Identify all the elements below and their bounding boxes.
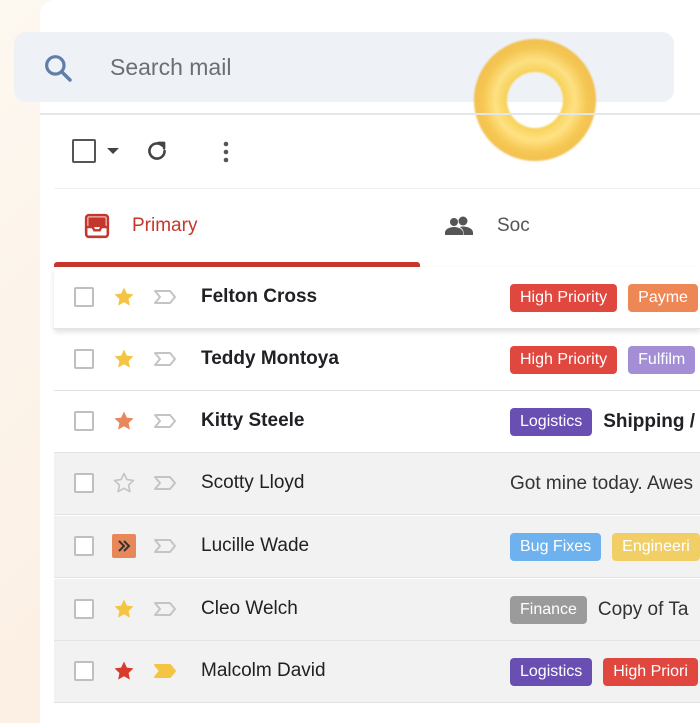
email-preview: Logistics High Priori — [510, 657, 698, 687]
label-chip[interactable]: Logistics — [510, 658, 593, 686]
email-preview: Logistics Shipping / — [510, 407, 695, 437]
star-icon[interactable] — [112, 659, 136, 683]
label-chip[interactable]: Bug Fixes — [510, 533, 602, 561]
star-icon[interactable] — [112, 409, 136, 433]
row-checkbox[interactable] — [74, 661, 94, 681]
row-checkbox[interactable] — [74, 473, 94, 493]
email-preview: High Priority Payme — [510, 283, 698, 313]
email-sender: Kitty Steele — [201, 410, 305, 431]
email-sender: Cleo Welch — [201, 598, 298, 619]
tab-social[interactable]: Soc — [497, 215, 530, 237]
star-icon[interactable] — [112, 347, 136, 371]
label-chip[interactable]: High Priority — [510, 284, 618, 312]
label-chip[interactable]: Engineeri — [612, 533, 700, 561]
refresh-icon[interactable] — [144, 138, 170, 164]
important-marker-icon[interactable] — [153, 289, 177, 305]
important-marker-icon[interactable] — [153, 475, 177, 491]
select-all-checkbox[interactable] — [72, 139, 96, 163]
tab-primary[interactable]: Primary — [132, 215, 197, 237]
star-outline-icon[interactable] — [112, 471, 136, 495]
search-input[interactable] — [110, 50, 510, 84]
email-sender: Felton Cross — [201, 286, 318, 307]
email-row[interactable]: Teddy Montoya High Priority Fulfilm — [54, 329, 700, 391]
email-sender: Teddy Montoya — [201, 348, 339, 369]
chevron-down-icon[interactable] — [107, 148, 119, 154]
row-checkbox[interactable] — [74, 536, 94, 556]
email-row[interactable]: Lucille Wade Bug Fixes Engineeri — [54, 516, 700, 578]
row-checkbox[interactable] — [74, 599, 94, 619]
email-row[interactable]: Scotty Lloyd Got mine today. Awes — [54, 453, 700, 515]
label-chip[interactable]: Logistics — [510, 408, 593, 436]
label-chip[interactable]: Fulfilm — [628, 346, 696, 374]
important-marker-icon[interactable] — [153, 538, 177, 554]
email-sender: Malcolm David — [201, 660, 326, 681]
email-snippet: Shipping / — [603, 411, 696, 432]
important-marker-icon[interactable] — [153, 351, 177, 367]
row-checkbox[interactable] — [74, 349, 94, 369]
label-chip[interactable]: Finance — [510, 596, 587, 624]
email-row[interactable]: Cleo Welch Finance Copy of Ta — [54, 579, 700, 641]
email-preview: Bug Fixes Engineeri — [510, 532, 700, 562]
email-preview: Finance Copy of Ta — [510, 595, 688, 625]
label-chip[interactable]: Payme — [628, 284, 698, 312]
important-marker-icon[interactable] — [153, 601, 177, 617]
email-snippet: Got mine today. Awes — [510, 473, 694, 494]
label-chip[interactable]: High Priori — [603, 658, 698, 686]
more-vert-icon[interactable] — [222, 140, 230, 164]
row-checkbox[interactable] — [74, 287, 94, 307]
email-preview: Got mine today. Awes — [510, 469, 693, 499]
important-marker-icon[interactable] — [153, 413, 177, 429]
star-icon[interactable] — [112, 597, 136, 621]
email-snippet: Copy of Ta — [597, 599, 689, 620]
label-chip[interactable]: High Priority — [510, 346, 618, 374]
email-row[interactable]: Malcolm David Logistics High Priori — [54, 641, 700, 703]
double-chevron-icon[interactable] — [112, 534, 136, 558]
inbox-icon[interactable] — [84, 213, 110, 239]
email-row[interactable]: Felton Cross High Priority Payme — [54, 267, 700, 329]
people-icon[interactable] — [443, 214, 475, 238]
important-marker-icon[interactable] — [153, 663, 177, 679]
star-icon[interactable] — [112, 285, 136, 309]
row-checkbox[interactable] — [74, 411, 94, 431]
search-icon — [45, 55, 72, 82]
email-preview: High Priority Fulfilm — [510, 345, 696, 375]
email-sender: Lucille Wade — [201, 535, 310, 556]
email-row[interactable]: Kitty Steele Logistics Shipping / — [54, 391, 700, 453]
email-sender: Scotty Lloyd — [201, 472, 305, 493]
